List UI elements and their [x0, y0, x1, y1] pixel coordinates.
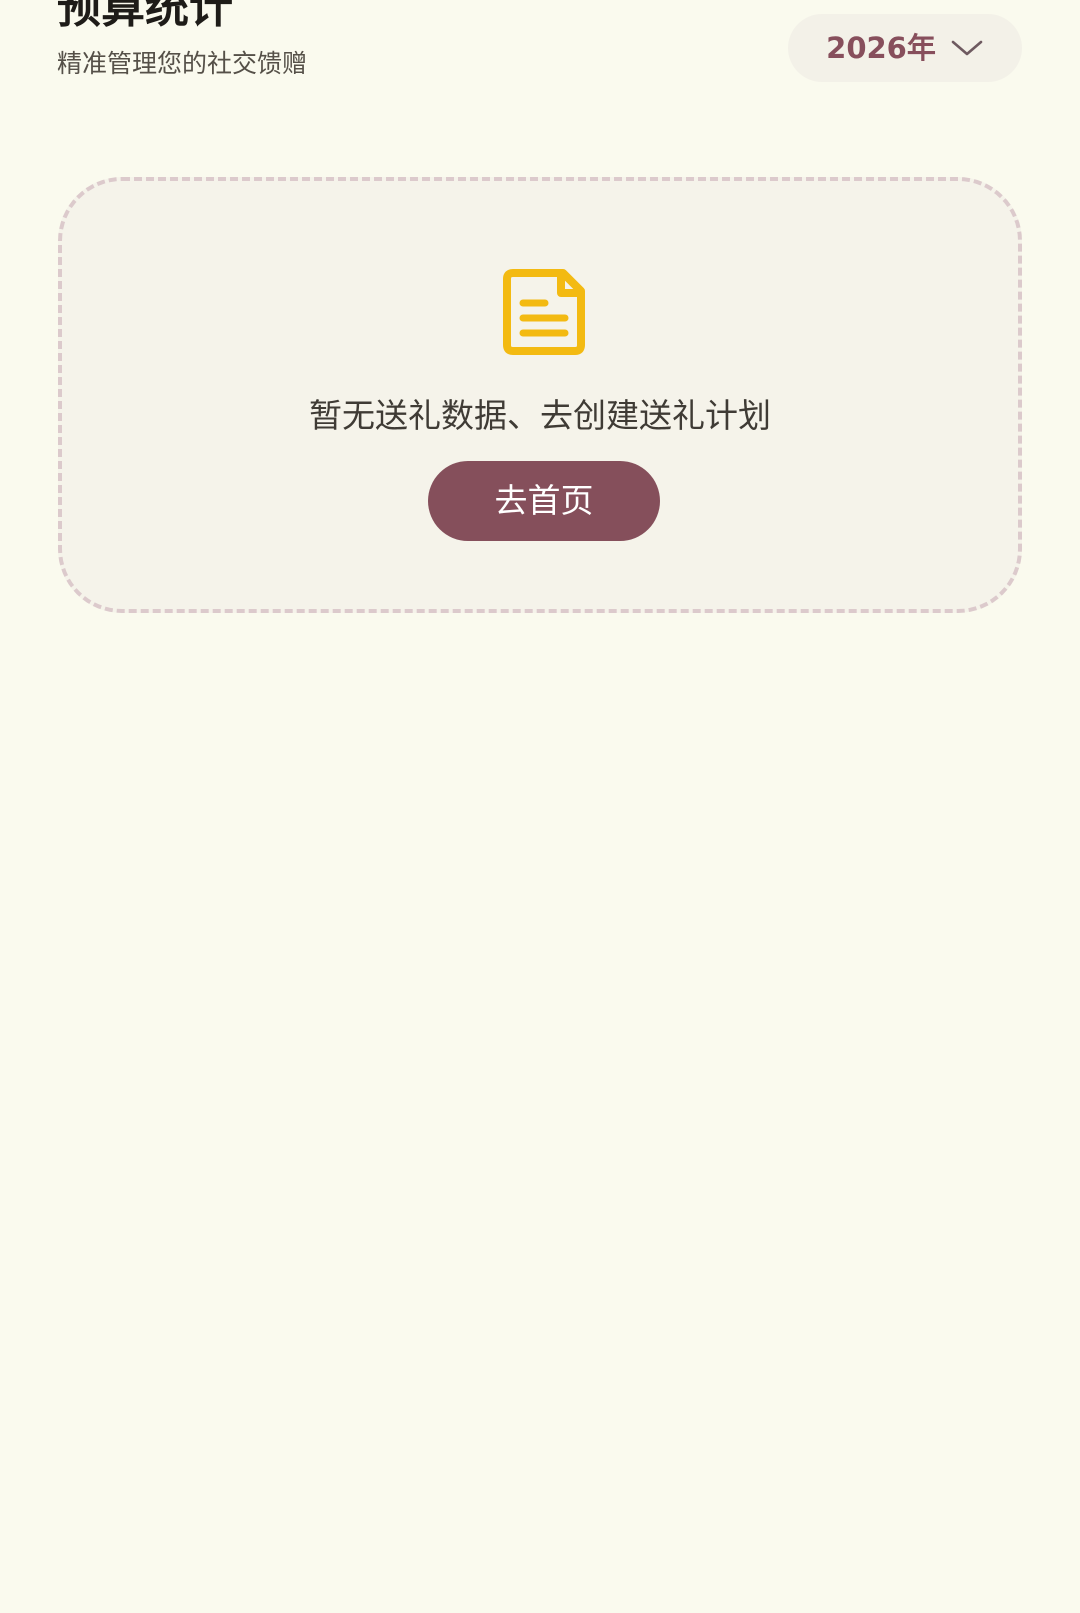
document-icon	[503, 269, 585, 355]
year-selector-value: 2026年	[826, 31, 936, 65]
budget-stats-page: 预算统计 精准管理您的社交馈赠 2026年 暂无送礼数据、去创建送礼计划 去首页	[0, 0, 1080, 1613]
empty-state-message: 暂无送礼数据、去创建送礼计划	[309, 396, 771, 435]
page-title: 预算统计	[57, 0, 233, 33]
page-subtitle: 精准管理您的社交馈赠	[57, 49, 308, 78]
go-home-button[interactable]: 去首页	[428, 461, 660, 541]
empty-state-card: 暂无送礼数据、去创建送礼计划 去首页	[58, 177, 1022, 613]
chevron-down-icon	[951, 40, 983, 56]
year-selector[interactable]: 2026年	[788, 14, 1022, 82]
